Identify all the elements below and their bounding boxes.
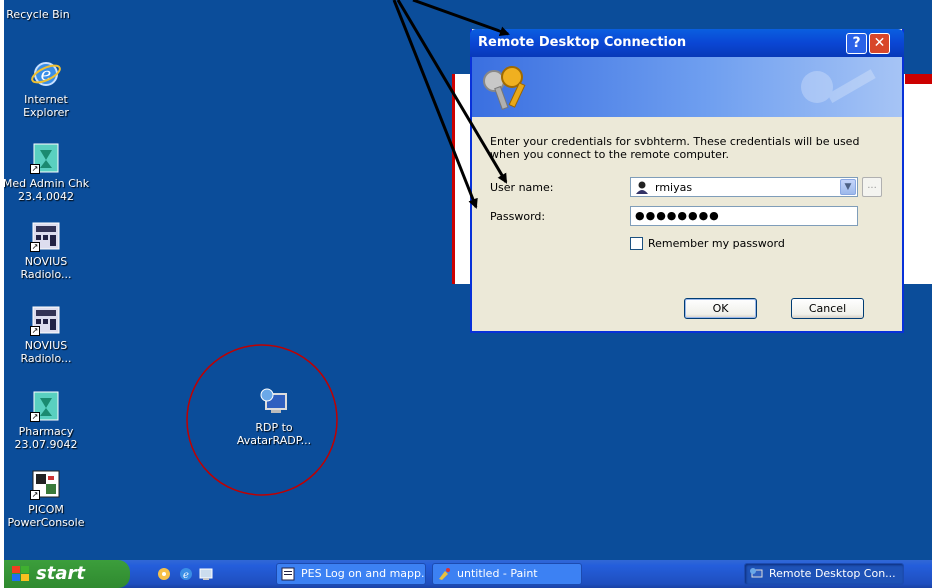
dialog-title: Remote Desktop Connection <box>478 35 687 50</box>
username-value: rmiyas <box>655 181 693 194</box>
shortcut-arrow-icon: ↗ <box>30 490 40 500</box>
dialog-body: Enter your credentials for svbhterm. The… <box>472 117 902 329</box>
help-button[interactable]: ? <box>846 33 867 54</box>
password-field[interactable]: ●●●●●●●● <box>630 206 858 226</box>
start-label: start <box>36 563 85 584</box>
desktop-icon-label: PICOM PowerConsole <box>7 503 85 529</box>
desktop-icon-pharmacy[interactable]: ↗ Pharmacy 23.07.9042 <box>4 390 92 451</box>
taskbar-task-paint[interactable]: untitled - Paint <box>432 563 582 585</box>
screenshot: Recycle Bin e Internet Explorer ↗ Med Ad… <box>0 0 935 588</box>
remote-desktop-dialog: Remote Desktop Connection ? ✕ Enter your… <box>470 29 904 333</box>
cancel-button[interactable]: Cancel <box>791 298 864 319</box>
task-label: untitled - Paint <box>457 567 538 580</box>
med-admin-icon: ↗ <box>30 142 62 174</box>
desktop-icon-label: Recycle Bin <box>6 8 70 21</box>
start-button[interactable]: start <box>4 560 130 588</box>
desktop-icon-label: NOVIUS Radiolo... <box>20 339 72 365</box>
desktop-icon-med-admin[interactable]: ↗ Med Admin Chk 23.4.0042 <box>4 142 92 203</box>
dialog-title-bar[interactable]: Remote Desktop Connection ? ✕ <box>470 29 904 57</box>
novius-icon: ↗ <box>30 304 62 336</box>
desktop-icon-label: NOVIUS Radiolo... <box>20 255 72 281</box>
shortcut-arrow-icon: ↗ <box>30 412 40 422</box>
task-label: PES Log on and mapp... <box>301 567 426 580</box>
windows-logo-icon <box>12 566 29 581</box>
pharmacy-icon: ↗ <box>30 390 62 422</box>
task-label: Remote Desktop Con... <box>769 567 896 580</box>
credentials-prompt: Enter your credentials for svbhterm. The… <box>490 135 860 161</box>
rdp-icon <box>258 386 290 418</box>
shortcut-arrow-icon: ↗ <box>30 164 40 174</box>
novius-icon: ↗ <box>30 220 62 252</box>
desktop-icon-novius-2[interactable]: ↗ NOVIUS Radiolo... <box>4 304 92 365</box>
browse-users-button[interactable]: ... <box>862 177 882 197</box>
ok-button[interactable]: OK <box>684 298 757 319</box>
svg-text:e: e <box>183 570 189 581</box>
taskbar: start e PES Log on and mapp... untitled … <box>4 560 932 588</box>
background-window-titlebar <box>905 74 932 84</box>
taskbar-task-pes[interactable]: PES Log on and mapp... <box>276 563 426 585</box>
desktop-icon-internet-explorer[interactable]: e Internet Explorer <box>4 58 92 119</box>
taskbar-task-remote-desktop[interactable]: Remote Desktop Con... <box>744 563 904 585</box>
remote-desktop-icon <box>750 568 763 578</box>
remember-password-checkbox[interactable] <box>630 237 643 250</box>
username-combo[interactable]: rmiyas ▼ <box>630 177 858 197</box>
document-icon <box>281 567 295 581</box>
desktop-icon-picom[interactable]: ↗ PICOM PowerConsole <box>4 468 92 529</box>
chevron-down-icon[interactable]: ▼ <box>840 179 856 195</box>
user-icon <box>636 181 648 194</box>
desktop-icon-novius-1[interactable]: ↗ NOVIUS Radiolo... <box>4 220 92 281</box>
desktop[interactable]: Recycle Bin e Internet Explorer ↗ Med Ad… <box>4 0 932 560</box>
remember-password-label[interactable]: Remember my password <box>648 237 785 250</box>
paint-icon <box>439 568 450 580</box>
quicklaunch-desktop-icon[interactable] <box>198 566 214 582</box>
desktop-icon-label: Pharmacy 23.07.9042 <box>14 425 78 451</box>
internet-explorer-icon: e <box>30 58 62 90</box>
close-button[interactable]: ✕ <box>869 33 890 54</box>
desktop-icon-label: Internet Explorer <box>23 93 69 119</box>
picom-icon: ↗ <box>30 468 62 500</box>
username-label: User name: <box>490 181 554 194</box>
watermark-keys <box>801 69 876 103</box>
quicklaunch-ie-icon[interactable]: e <box>178 566 194 582</box>
desktop-icon-label: RDP to AvatarRADP... <box>236 421 312 447</box>
dialog-banner <box>472 57 902 117</box>
shortcut-arrow-icon: ↗ <box>30 326 40 336</box>
password-label: Password: <box>490 210 546 223</box>
desktop-icon-rdp-avatar[interactable]: RDP to AvatarRADP... <box>228 386 320 447</box>
keys-icon <box>483 66 526 110</box>
quicklaunch-media-icon[interactable] <box>156 566 172 582</box>
desktop-icon-recycle-bin[interactable]: Recycle Bin <box>4 8 84 21</box>
shortcut-arrow-icon: ↗ <box>30 242 40 252</box>
desktop-icon-label: Med Admin Chk 23.4.0042 <box>4 177 90 203</box>
